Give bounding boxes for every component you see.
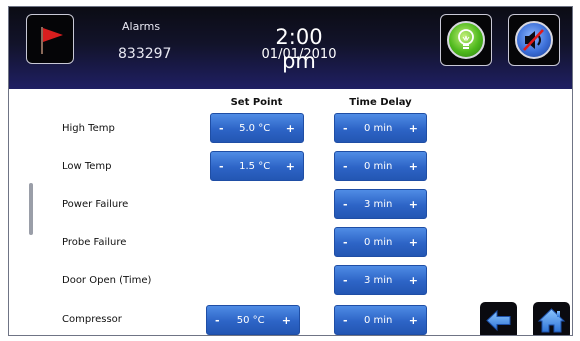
unit-id: 833297 [118, 46, 172, 62]
column-header-set-point: Set Point [230, 97, 283, 108]
increment-button[interactable]: + [409, 160, 418, 173]
column-header-time-delay: Time Delay [349, 97, 412, 108]
section-label: Alarms [122, 20, 161, 33]
increment-button[interactable]: + [409, 314, 418, 327]
lightbulb-icon [458, 29, 474, 49]
compressor-set-point-stepper[interactable]: - 50 °C + [206, 305, 300, 335]
door-open-time-delay-stepper[interactable]: - 3 min + [334, 265, 427, 295]
back-arrow-icon [486, 309, 511, 332]
header-bar: Alarms 833297 2:00 pm 01/01/2010 [9, 7, 572, 89]
set-point-value: 5.0 °C [239, 122, 271, 134]
increment-button[interactable]: + [282, 314, 291, 327]
time-delay-value: 0 min [363, 236, 393, 248]
time-delay-value: 0 min [363, 314, 393, 326]
increment-button[interactable]: + [409, 236, 418, 249]
row-label-power-failure: Power Failure [62, 199, 129, 210]
time-delay-value: 0 min [363, 160, 393, 172]
back-button[interactable] [480, 302, 517, 335]
red-flag-icon [41, 27, 63, 54]
increment-button[interactable]: + [409, 274, 418, 287]
light-button[interactable] [440, 14, 492, 66]
increment-button[interactable]: + [286, 122, 295, 135]
row-label-low-temp: Low Temp [62, 161, 112, 172]
power-failure-time-delay-stepper[interactable]: - 3 min + [334, 189, 427, 219]
high-temp-set-point-stepper[interactable]: - 5.0 °C + [210, 113, 304, 143]
home-icon [537, 308, 566, 333]
row-label-high-temp: High Temp [62, 123, 115, 134]
home-button[interactable] [533, 302, 570, 335]
row-label-compressor: Compressor [62, 314, 122, 325]
clock-date: 01/01/2010 [261, 47, 337, 62]
mute-button[interactable] [508, 14, 560, 66]
row-label-probe-failure: Probe Failure [62, 237, 127, 248]
row-label-door-open: Door Open (Time) [62, 275, 152, 286]
increment-button[interactable]: + [286, 160, 295, 173]
increment-button[interactable]: + [409, 198, 418, 211]
time-delay-value: 0 min [363, 122, 393, 134]
time-delay-value: 3 min [363, 274, 393, 286]
set-point-value: 1.5 °C [239, 160, 271, 172]
probe-failure-time-delay-stepper[interactable]: - 0 min + [334, 227, 427, 257]
set-point-value: 50 °C [236, 314, 265, 326]
alarm-button[interactable] [26, 14, 74, 64]
scroll-indicator[interactable] [29, 183, 33, 235]
alarm-settings-screen: Alarms 833297 2:00 pm 01/01/2010 Set Poi… [8, 6, 573, 336]
increment-button[interactable]: + [409, 122, 418, 135]
compressor-time-delay-stepper[interactable]: - 0 min + [334, 305, 427, 335]
low-temp-time-delay-stepper[interactable]: - 0 min + [334, 151, 427, 181]
high-temp-time-delay-stepper[interactable]: - 0 min + [334, 113, 427, 143]
speaker-muted-icon [523, 29, 544, 51]
low-temp-set-point-stepper[interactable]: - 1.5 °C + [210, 151, 304, 181]
time-delay-value: 3 min [363, 198, 393, 210]
